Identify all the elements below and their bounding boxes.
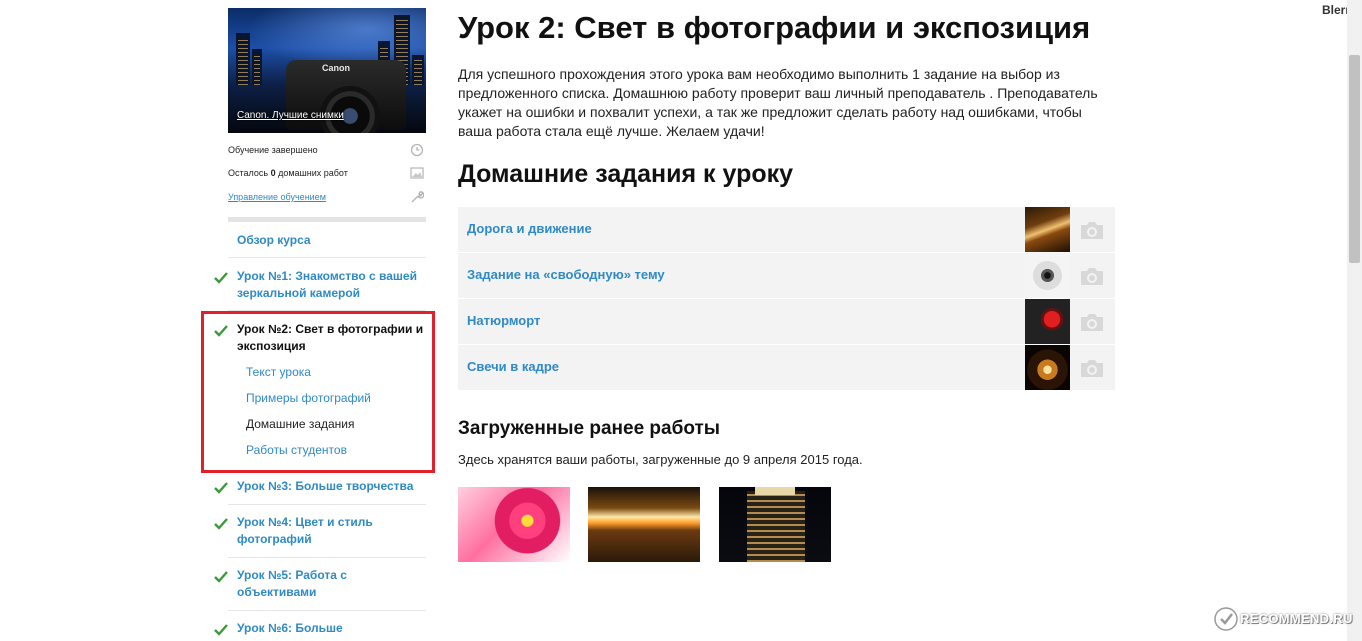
- check-icon: [214, 482, 228, 494]
- homework-left: Осталось 0 домашних работ: [228, 168, 348, 178]
- homework-row[interactable]: Натюрморт: [458, 299, 1115, 344]
- course-progress-divider: [228, 217, 426, 222]
- sidebar-divider: [228, 504, 426, 505]
- homework-title-link[interactable]: Задание на «свободную» тему: [467, 267, 665, 282]
- cover-building: [236, 33, 250, 85]
- sidebar-course-overview[interactable]: Обзор курса: [237, 232, 427, 249]
- homework-left-row: Осталось 0 домашних работ: [228, 166, 426, 182]
- homework-example-thumb[interactable]: [1025, 253, 1070, 298]
- clock-icon: [410, 143, 424, 157]
- uploaded-work-thumb[interactable]: [719, 487, 831, 562]
- homework-title-link[interactable]: Дорога и движение: [467, 221, 592, 236]
- scrollbar-thumb[interactable]: [1349, 55, 1360, 263]
- cover-brand: Canon: [322, 63, 350, 73]
- training-status: Обучение завершено: [228, 145, 318, 155]
- homework-title-link[interactable]: Натюрморт: [467, 313, 540, 328]
- sidebar-lesson-6[interactable]: Урок №6: Больше: [237, 620, 427, 637]
- uploaded-works-note: Здесь хранятся ваши работы, загруженные …: [458, 452, 863, 467]
- course-cover-image[interactable]: Canon Canon. Лучшие снимки: [228, 8, 426, 133]
- uploaded-works-title: Загруженные ранее работы: [458, 418, 720, 439]
- cover-building: [412, 55, 424, 85]
- course-title-link[interactable]: Canon. Лучшие снимки: [237, 110, 344, 121]
- sidebar-divider: [228, 557, 426, 558]
- watermark-text: RECOMMEND.RU: [1240, 611, 1353, 626]
- lesson-intro: Для успешного прохождения этого урока ва…: [458, 66, 1098, 139]
- sidebar-lesson-5[interactable]: Урок №5: Работа с объективами: [237, 567, 427, 601]
- sidebar-lesson-3[interactable]: Урок №3: Больше творчества: [237, 478, 427, 495]
- uploaded-work-thumb[interactable]: [458, 487, 570, 562]
- uploaded-work-thumb[interactable]: [588, 487, 700, 562]
- camera-icon[interactable]: [1079, 311, 1105, 333]
- training-status-row: Обучение завершено: [228, 143, 426, 159]
- manage-training-row: Управление обучением: [228, 190, 426, 206]
- image-icon: [410, 167, 424, 179]
- homework-example-thumb[interactable]: [1025, 299, 1070, 344]
- homework-row[interactable]: Свечи в кадре: [458, 345, 1115, 390]
- cover-building: [252, 49, 262, 85]
- manage-training-link[interactable]: Управление обучением: [228, 192, 326, 202]
- check-icon: [214, 272, 228, 284]
- camera-icon[interactable]: [1079, 219, 1105, 241]
- check-icon: [214, 518, 228, 530]
- homework-example-thumb[interactable]: [1025, 345, 1070, 390]
- wrench-icon: [411, 191, 424, 203]
- check-icon: [214, 624, 228, 636]
- camera-icon[interactable]: [1079, 265, 1105, 287]
- camera-icon[interactable]: [1079, 357, 1105, 379]
- homework-title-link[interactable]: Свечи в кадре: [467, 359, 559, 374]
- sidebar-lesson-1[interactable]: Урок №1: Знакомство с вашей зеркальной к…: [237, 268, 427, 302]
- night-building: [747, 491, 805, 562]
- homework-section-title: Домашние задания к уроку: [458, 160, 794, 188]
- homework-example-thumb[interactable]: [1025, 207, 1070, 252]
- sidebar-lesson-4[interactable]: Урок №4: Цвет и стиль фотографий: [237, 514, 427, 548]
- sidebar-divider: [228, 257, 426, 258]
- sidebar-divider: [228, 610, 426, 611]
- page-title: Урок 2: Свет в фотографии и экспозиция: [458, 10, 1091, 45]
- check-icon: [214, 571, 228, 583]
- night-building-top: [755, 487, 795, 495]
- homework-row[interactable]: Задание на «свободную» тему: [458, 253, 1115, 298]
- homework-row[interactable]: Дорога и движение: [458, 207, 1115, 252]
- highlight-frame: [201, 311, 435, 473]
